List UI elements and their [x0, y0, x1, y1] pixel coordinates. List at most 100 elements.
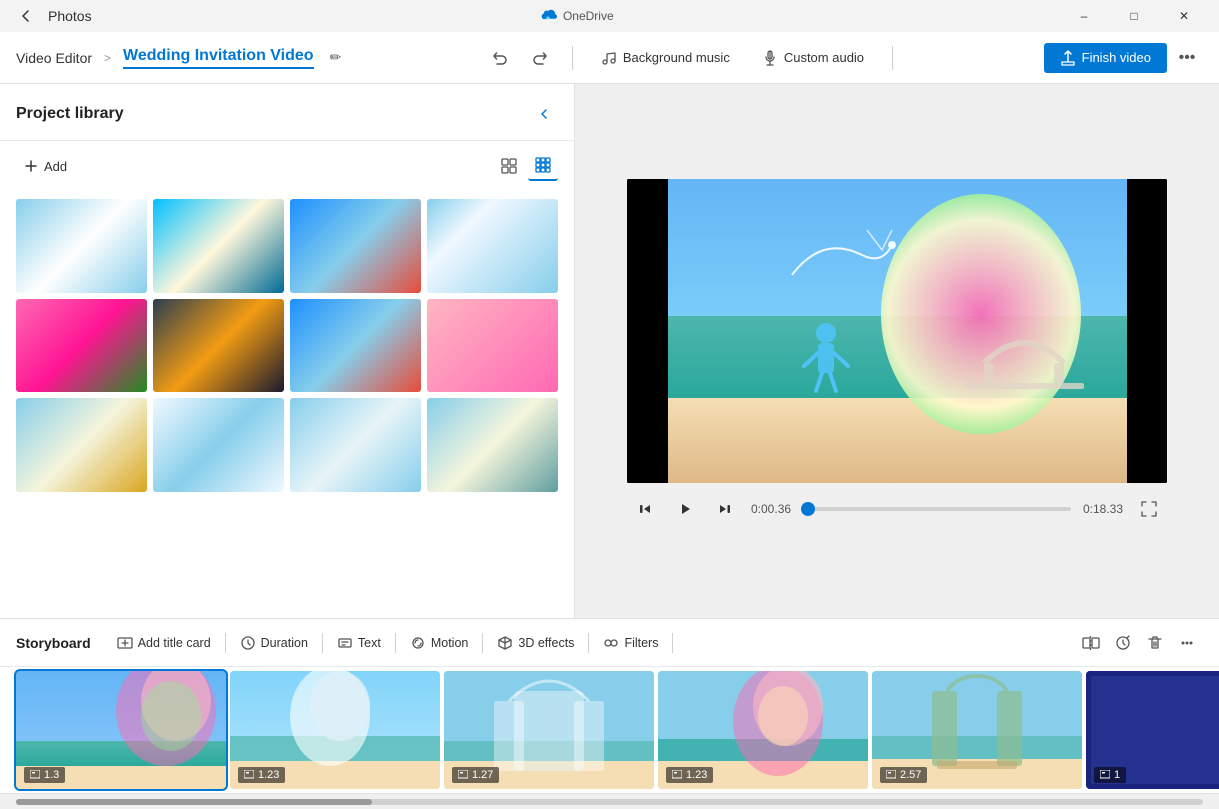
- library-item[interactable]: [427, 299, 558, 393]
- storyboard-area: Storyboard Add title card Duration Text: [0, 618, 1219, 793]
- filters-button[interactable]: Filters: [593, 629, 668, 657]
- library-item[interactable]: [16, 299, 147, 393]
- library-item[interactable]: [290, 398, 421, 492]
- toolbar-divider-1: [572, 46, 573, 70]
- titlebar-controls: – □ ✕: [1061, 0, 1207, 32]
- finish-video-button[interactable]: Finish video: [1044, 43, 1167, 73]
- library-item[interactable]: [16, 199, 147, 293]
- minimize-button[interactable]: –: [1061, 0, 1107, 32]
- background-music-button[interactable]: Background music: [589, 44, 742, 72]
- total-time: 0:18.33: [1083, 502, 1123, 516]
- add-media-button[interactable]: Add: [16, 155, 75, 178]
- library-item[interactable]: [290, 299, 421, 393]
- toolbar-divider-2: [892, 46, 893, 70]
- video-black-bar-left: [627, 179, 668, 483]
- project-title: Wedding Invitation Video: [123, 47, 314, 69]
- library-item[interactable]: [153, 199, 284, 293]
- library-collapse-button[interactable]: [530, 100, 558, 128]
- storyboard-item[interactable]: 1.27: [444, 671, 654, 789]
- sb-divider-5: [588, 633, 589, 653]
- video-scene: [668, 179, 1127, 483]
- back-button[interactable]: [12, 2, 40, 30]
- story-duration: 1: [1094, 767, 1126, 783]
- background-music-label: Background music: [623, 50, 730, 65]
- text-label: Text: [358, 636, 381, 650]
- library-item[interactable]: [427, 199, 558, 293]
- 3d-effects-label: 3D effects: [518, 636, 574, 650]
- toolbar-left: Video Editor > Wedding Invitation Video …: [16, 47, 341, 69]
- story-duration: 1.3: [24, 767, 65, 783]
- library-item[interactable]: [153, 398, 284, 492]
- edit-project-title-icon[interactable]: ✏: [330, 49, 342, 66]
- player-controls: 0:00.36 0:18.33: [627, 495, 1167, 523]
- story-duration: 1.23: [238, 767, 285, 783]
- custom-audio-button[interactable]: Custom audio: [750, 44, 876, 72]
- fast-forward-button[interactable]: [711, 495, 739, 523]
- view-small-grid-button[interactable]: [528, 151, 558, 181]
- speed-button[interactable]: [1107, 627, 1139, 659]
- sb-divider-6: [672, 633, 673, 653]
- onedrive-label: OneDrive: [563, 9, 614, 23]
- finish-video-label: Finish video: [1082, 50, 1151, 65]
- text-button[interactable]: Text: [327, 629, 391, 657]
- storyboard-scroll[interactable]: 1.3 1.23: [0, 667, 1219, 793]
- duration-value: 1.27: [472, 769, 493, 781]
- breadcrumb-separator: >: [104, 51, 111, 65]
- rewind-button[interactable]: [631, 495, 659, 523]
- library-item[interactable]: [153, 299, 284, 393]
- wedding-arch: [944, 283, 1104, 483]
- sb-divider-4: [482, 633, 483, 653]
- storyboard-item[interactable]: 1.23: [230, 671, 440, 789]
- video-black-bar-right: [1127, 179, 1168, 483]
- redo-button[interactable]: [524, 42, 556, 74]
- split-button[interactable]: [1075, 627, 1107, 659]
- preview-area: 0:00.36 0:18.33: [575, 84, 1219, 618]
- storyboard-title: Storyboard: [16, 635, 91, 651]
- play-button[interactable]: [671, 495, 699, 523]
- duration-value: 2.57: [900, 769, 921, 781]
- motion-label: Motion: [431, 636, 469, 650]
- storyboard-item[interactable]: 1.3: [16, 671, 226, 789]
- toolbar-app-name: Video Editor: [16, 50, 92, 66]
- storyboard-item[interactable]: 2.57: [872, 671, 1082, 789]
- story-duration: 1.23: [666, 767, 713, 783]
- app-name: Photos: [48, 8, 92, 24]
- current-time: 0:00.36: [751, 502, 791, 516]
- add-media-label: Add: [44, 159, 67, 174]
- horizontal-scrollbar[interactable]: [16, 799, 1203, 805]
- library-item[interactable]: [16, 398, 147, 492]
- sb-divider-2: [322, 633, 323, 653]
- motion-button[interactable]: Motion: [400, 629, 479, 657]
- duration-value: 1.23: [258, 769, 279, 781]
- onedrive-area: OneDrive: [539, 7, 614, 25]
- library-item[interactable]: [427, 398, 558, 492]
- fullscreen-button[interactable]: [1135, 495, 1163, 523]
- 3d-effects-button[interactable]: 3D effects: [487, 629, 584, 657]
- titlebar-left: Photos: [12, 2, 92, 30]
- maximize-button[interactable]: □: [1111, 0, 1157, 32]
- library-header: Project library: [0, 84, 574, 141]
- library-item[interactable]: [290, 199, 421, 293]
- more-options-button[interactable]: •••: [1171, 42, 1203, 74]
- progress-thumb[interactable]: [801, 502, 815, 516]
- library-grid: [0, 191, 574, 618]
- storyboard-toolbar: Storyboard Add title card Duration Text: [0, 619, 1219, 667]
- titlebar: Photos OneDrive – □ ✕: [0, 0, 1219, 32]
- video-frame: [627, 179, 1167, 483]
- progress-bar[interactable]: [803, 507, 1071, 511]
- storyboard-more-button[interactable]: [1171, 627, 1203, 659]
- scrollbar-thumb[interactable]: [16, 799, 372, 805]
- filters-label: Filters: [624, 636, 658, 650]
- storyboard-item[interactable]: 1.23: [658, 671, 868, 789]
- custom-audio-label: Custom audio: [784, 50, 864, 65]
- duration-button[interactable]: Duration: [230, 629, 318, 657]
- duration-value: 1.3: [44, 769, 59, 781]
- view-large-grid-button[interactable]: [494, 151, 524, 181]
- close-button[interactable]: ✕: [1161, 0, 1207, 32]
- storyboard-item[interactable]: 1: [1086, 671, 1219, 789]
- main-area: Project library Add: [0, 84, 1219, 618]
- add-title-card-button[interactable]: Add title card: [107, 629, 221, 657]
- duration-value: 1.23: [686, 769, 707, 781]
- delete-button[interactable]: [1139, 627, 1171, 659]
- undo-button[interactable]: [484, 42, 516, 74]
